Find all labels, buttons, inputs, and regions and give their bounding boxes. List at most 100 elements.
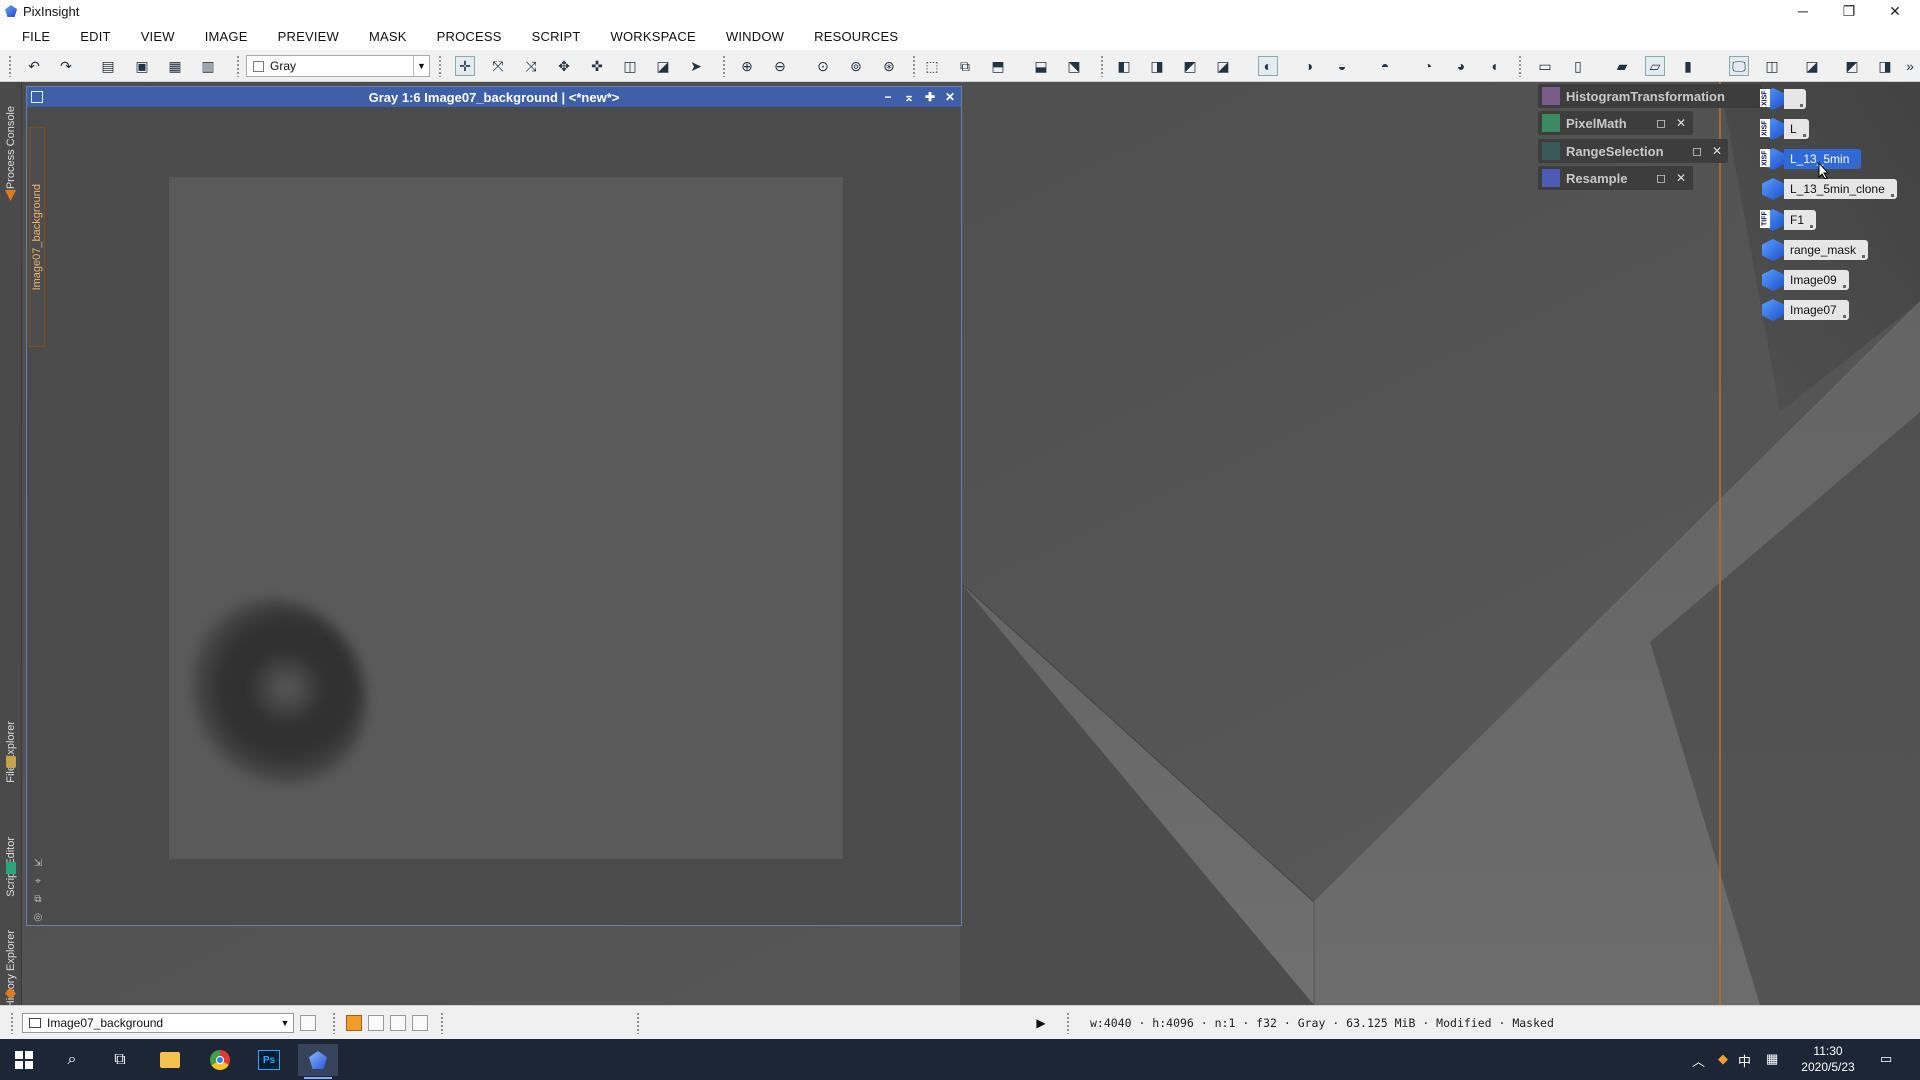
channel-r-button[interactable]	[368, 1015, 384, 1031]
process-icon-maximize-button[interactable]: ◻	[1652, 114, 1670, 132]
toolbar-grip[interactable]	[1100, 55, 1104, 77]
image-canvas[interactable]	[169, 177, 843, 859]
edit-preview-icon[interactable]: ◪	[653, 56, 673, 76]
play-icon[interactable]: ▶	[1034, 1016, 1048, 1030]
undo-icon[interactable]: ↶	[24, 56, 44, 76]
process-icon-histogramtransformation[interactable]: HistogramTransformation ◻ ✕	[1538, 84, 1792, 108]
menu-workspace[interactable]: WORKSPACE	[611, 29, 696, 44]
fit-view-icon[interactable]: ⬚	[922, 56, 942, 76]
system-clock[interactable]: 11:30 2020/5/23	[1788, 1043, 1868, 1075]
toolbar-grip[interactable]	[438, 55, 442, 77]
zoom-1-1-icon[interactable]: ⊙	[813, 56, 833, 76]
toolbar-overflow-icon[interactable]: »	[1900, 56, 1920, 76]
fit-window-icon[interactable]: ⬒	[988, 56, 1008, 76]
workspace-3-icon[interactable]: ◩	[1842, 56, 1862, 76]
menu-script[interactable]: SCRIPT	[532, 29, 581, 44]
ime-mode-icon[interactable]: ▦	[1766, 1051, 1778, 1067]
view-icon-image07[interactable]: Image07	[1762, 298, 1849, 322]
process-icon-close-button[interactable]: ✕	[1672, 169, 1690, 187]
process-icon-resample[interactable]: Resample ◻ ✕	[1538, 166, 1693, 190]
workspace-2-icon[interactable]: ◪	[1802, 56, 1822, 76]
view-icon-f1[interactable]: F1	[1762, 208, 1817, 232]
process-icon-close-button[interactable]: ✕	[1672, 114, 1690, 132]
view-explorer-icon[interactable]: ▰	[1612, 56, 1632, 76]
process-icon-close-button[interactable]: ✕	[1708, 142, 1726, 160]
minimize-button[interactable]: ─	[1780, 0, 1826, 22]
notifications-icon[interactable]: ▭	[1880, 1051, 1892, 1067]
readout-mode-icon[interactable]: ✛	[455, 56, 475, 76]
new-image-icon[interactable]: ▤	[98, 56, 118, 76]
menu-preview[interactable]: PREVIEW	[278, 29, 339, 44]
workspace-1-icon[interactable]: ◫	[1762, 56, 1782, 76]
process-icon-pixelmath[interactable]: PixelMath ◻ ✕	[1538, 111, 1693, 135]
center-mode-icon[interactable]: ✜	[587, 56, 607, 76]
mask-remove-icon[interactable]: ◪	[1213, 56, 1233, 76]
statusbar-grip[interactable]	[1066, 1012, 1070, 1034]
window-maximize-button[interactable]: ✚	[921, 88, 939, 106]
ime-indicator[interactable]: 中	[1738, 1051, 1751, 1070]
toolbar-grip[interactable]	[8, 55, 12, 77]
tray-expand-icon[interactable]: ︿	[1692, 1051, 1705, 1070]
menu-window[interactable]: WINDOW	[726, 29, 784, 44]
window-menu-icon[interactable]	[31, 91, 43, 103]
toolbar-grip[interactable]	[236, 55, 240, 77]
zoom-fill-icon[interactable]: ⤨	[521, 56, 541, 76]
workspace-monitor-icon[interactable]: 🖵	[1729, 56, 1749, 76]
open-icon[interactable]: ▣	[132, 56, 152, 76]
image-window[interactable]: Gray 1:6 Image07_background | <*new*> − …	[26, 86, 962, 926]
copy-icon[interactable]: ⧉	[32, 893, 44, 905]
search-icon[interactable]: ⌕	[52, 1044, 92, 1076]
mask-invert-icon[interactable]: ◩	[1180, 56, 1200, 76]
menu-image[interactable]: IMAGE	[205, 29, 248, 44]
menu-edit[interactable]: EDIT	[80, 29, 110, 44]
statusbar-grip[interactable]	[332, 1012, 336, 1034]
restore-button[interactable]: ❐	[1826, 0, 1872, 22]
toolbar-grip[interactable]	[912, 55, 916, 77]
stf-toggle-icon[interactable]: ◐	[1258, 56, 1278, 76]
channel-b-button[interactable]	[412, 1015, 428, 1031]
close-image-icon[interactable]: ▥	[198, 56, 218, 76]
photoshop-icon[interactable]: Ps	[249, 1044, 289, 1076]
pan-mode-icon[interactable]: ✥	[554, 56, 574, 76]
window-minimize-button[interactable]: −	[879, 88, 897, 106]
format-explorer-icon[interactable]: ▱	[1645, 56, 1665, 76]
view-icon-image09[interactable]: Image09	[1762, 268, 1849, 292]
settings-icon[interactable]: ◎	[32, 911, 44, 923]
window-close-button[interactable]: ✕	[941, 88, 959, 106]
view-identifier-tab[interactable]: Image07_background	[29, 127, 45, 347]
pixinsight-taskbar-icon[interactable]	[298, 1044, 338, 1079]
resources-icon[interactable]: ▮	[1678, 56, 1698, 76]
zoom-fit-window-icon[interactable]: ⊚	[846, 56, 866, 76]
view-icon-range-mask[interactable]: range_mask	[1762, 238, 1869, 262]
crosshair-icon[interactable]: ⌖	[32, 875, 44, 887]
pointer-icon[interactable]: ➤	[686, 56, 706, 76]
screen-stretch-icon[interactable]: ⬔	[1064, 56, 1084, 76]
save-icon[interactable]: ▦	[165, 56, 185, 76]
menu-file[interactable]: FILE	[22, 29, 50, 44]
chrome-icon[interactable]	[200, 1044, 240, 1076]
statusbar-grip[interactable]	[440, 1012, 444, 1034]
view-icon-l-13-5min-clone[interactable]: L_13_5min_clone	[1762, 177, 1897, 201]
menu-resources[interactable]: RESOURCES	[814, 29, 898, 44]
script-debug-icon[interactable]: ◖	[1484, 56, 1504, 76]
zoom-out-icon[interactable]: ⊖	[770, 56, 790, 76]
script-run-icon[interactable]: ◔	[1418, 56, 1438, 76]
color-mode-select[interactable]: Gray ▼	[246, 55, 430, 77]
new-preview-icon[interactable]: ◫	[620, 56, 640, 76]
window-shade-button[interactable]: ⌅	[900, 88, 918, 106]
zoom-fit-icon[interactable]: ⤧	[488, 56, 508, 76]
mask-show-icon[interactable]: ◨	[1147, 56, 1167, 76]
statusbar-grip[interactable]	[636, 1012, 640, 1034]
redo-icon[interactable]: ↷	[56, 56, 76, 76]
process-explorer-icon[interactable]: ▭	[1535, 56, 1555, 76]
task-view-icon[interactable]: ⧉	[100, 1044, 140, 1076]
windows-start-icon[interactable]	[4, 1044, 44, 1076]
zoom-optimal-icon[interactable]: ⊛	[879, 56, 899, 76]
auto-fit-icon[interactable]: ⧉	[955, 56, 975, 76]
toolbar-grip[interactable]	[1518, 55, 1522, 77]
channel-g-button[interactable]	[390, 1015, 406, 1031]
history-icon[interactable]: ◓	[1375, 56, 1395, 76]
snapshot-icon[interactable]: ◒	[1332, 56, 1352, 76]
toolbar-grip[interactable]	[722, 55, 726, 77]
process-icon-rangeselection[interactable]: RangeSelection ◻ ✕	[1538, 139, 1728, 163]
